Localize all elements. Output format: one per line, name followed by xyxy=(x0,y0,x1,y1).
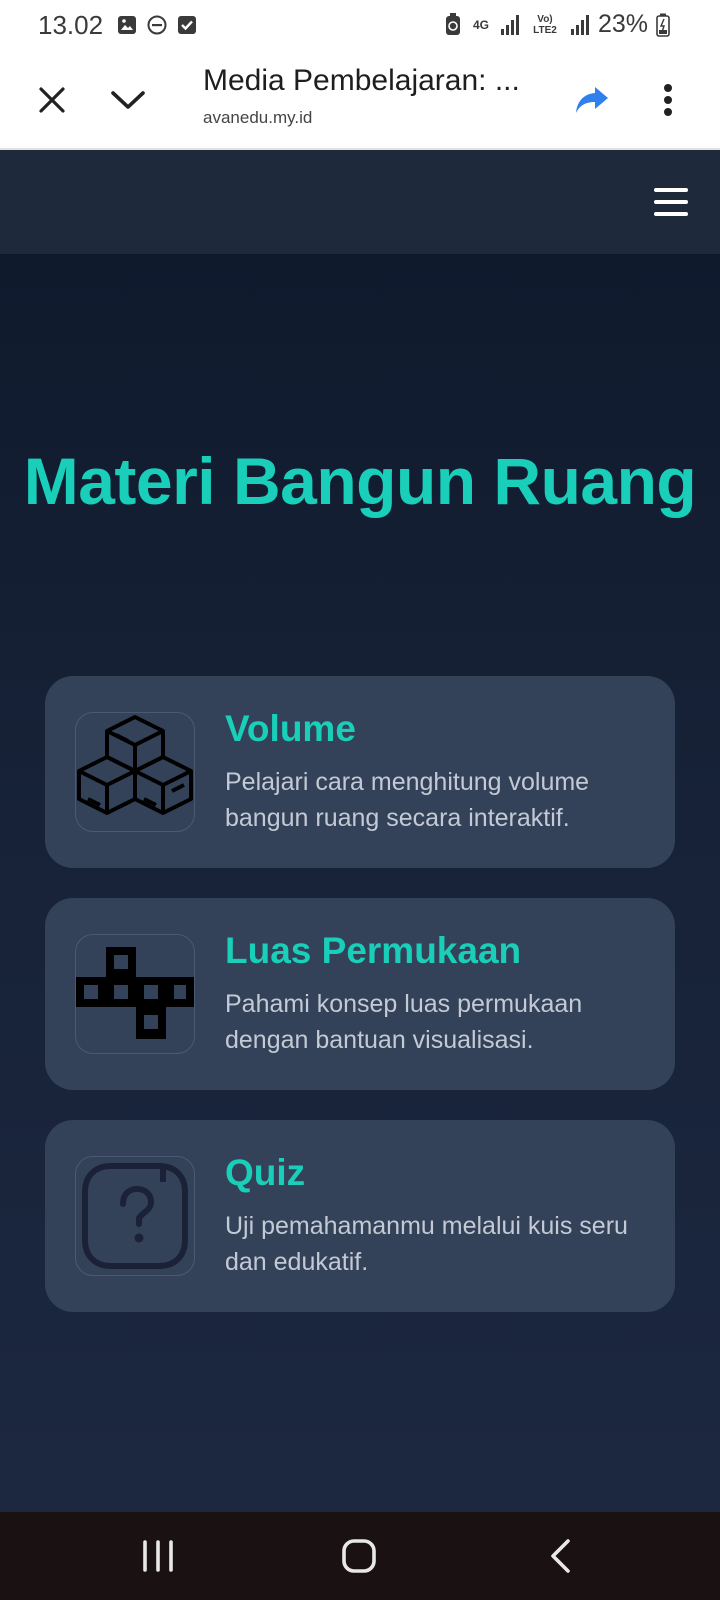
more-vert-icon xyxy=(664,84,672,116)
cubes-icon xyxy=(77,715,193,815)
more-options-button[interactable] xyxy=(642,74,694,126)
back-icon xyxy=(551,1539,570,1573)
card-description: Uji pemahamanmu melalui kuis seru dan ed… xyxy=(225,1212,628,1276)
page-tab-title: Media Pembelajaran: ... xyxy=(203,64,520,97)
chevron-down-icon xyxy=(111,91,145,109)
close-icon xyxy=(39,87,65,113)
battery-saver-icon xyxy=(445,12,460,35)
status-time: 13.02 xyxy=(38,10,104,40)
lte-label: Vo) LTE2 xyxy=(533,13,557,36)
battery-icon xyxy=(656,13,670,37)
status-bar: 13.02 4G Vo) LTE2 23% xyxy=(0,0,720,52)
share-icon xyxy=(576,87,608,113)
card-description: Pahami konsep luas permukaan dengan bant… xyxy=(225,990,583,1054)
network-type: 4G xyxy=(472,17,489,32)
signal-2-icon xyxy=(570,14,589,35)
card-luas-permukaan[interactable]: Luas Permukaan Pahami konsep luas permuk… xyxy=(45,898,675,1090)
hamburger-icon xyxy=(654,188,688,192)
system-navigation-bar xyxy=(0,1512,720,1600)
status-notification-icons xyxy=(116,14,198,36)
browser-toolbar: Media Pembelajaran: ... avanedu.my.id xyxy=(0,52,720,150)
page-url: avanedu.my.id xyxy=(203,108,313,127)
checkbox-icon xyxy=(178,16,196,34)
cube-net-icon xyxy=(76,947,194,1039)
card-title: Quiz xyxy=(225,1152,306,1193)
hamburger-line xyxy=(654,212,688,216)
card-description: Pelajari cara menghitung volume bangun r… xyxy=(225,768,590,832)
recents-button[interactable] xyxy=(128,1530,188,1582)
close-button[interactable] xyxy=(26,74,78,126)
site-navbar xyxy=(0,150,720,254)
signal-icon xyxy=(500,14,519,35)
home-icon xyxy=(342,1539,376,1573)
card-icon-box xyxy=(75,1156,195,1276)
hamburger-menu-button[interactable] xyxy=(648,180,694,224)
card-volume[interactable]: Volume Pelajari cara menghitung volume b… xyxy=(45,676,675,868)
recents-icon xyxy=(143,1540,173,1572)
card-title: Luas Permukaan xyxy=(225,930,522,971)
hamburger-line xyxy=(654,200,688,204)
image-icon xyxy=(118,16,136,34)
question-icon xyxy=(82,1163,188,1269)
battery-percent: 23% xyxy=(597,10,648,38)
status-system-icons: 4G Vo) LTE2 23% xyxy=(444,10,670,39)
page-title: Materi Bangun Ruang xyxy=(23,444,697,518)
back-button[interactable] xyxy=(530,1530,590,1582)
share-button[interactable] xyxy=(566,74,618,126)
card-icon-box xyxy=(75,712,195,832)
card-icon-box xyxy=(75,934,195,1054)
dnd-icon xyxy=(147,15,167,35)
card-title: Volume xyxy=(225,708,356,749)
card-quiz[interactable]: Quiz Uji pemahamanmu melalui kuis seru d… xyxy=(45,1120,675,1312)
home-button[interactable] xyxy=(329,1530,389,1582)
main-content: Materi Bangun Ruang Volume Pelajari cara… xyxy=(0,254,720,1512)
minimize-button[interactable] xyxy=(102,74,154,126)
